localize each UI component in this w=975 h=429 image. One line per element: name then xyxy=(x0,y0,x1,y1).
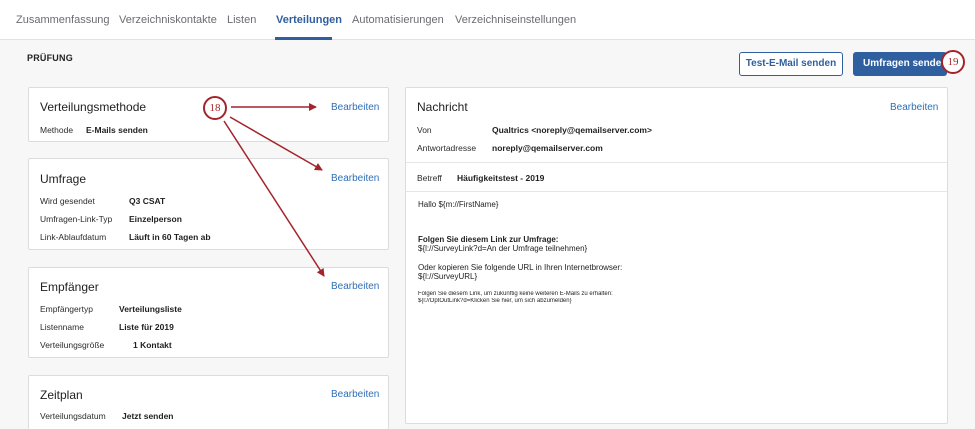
card-title: Umfrage xyxy=(40,172,87,186)
tab-zusammenfassung[interactable]: Zusammenfassung xyxy=(16,14,110,26)
tab-automatisierungen[interactable]: Automatisierungen xyxy=(352,14,444,26)
method-label: Methode xyxy=(40,125,74,135)
edit-recipients-link[interactable]: Bearbeiten xyxy=(331,281,379,292)
method-value: E-Mails senden xyxy=(86,125,148,135)
copy-url-text: Oder kopieren Sie folgende URL in Ihren … xyxy=(418,263,623,272)
distribution-date-value: Jetzt senden xyxy=(122,411,174,421)
optout-link-text: ${l://OptOutLink?d=Klicken Sie hier, um … xyxy=(418,298,572,304)
survey-link-type-label: Umfragen-Link-Typ xyxy=(40,214,113,224)
optout-text: Folgen Sie diesem Link, um zukünftig kei… xyxy=(418,291,613,297)
card-title: Nachricht xyxy=(417,100,468,114)
tab-verteilungen[interactable]: Verteilungen xyxy=(276,14,342,26)
edit-survey-link[interactable]: Bearbeiten xyxy=(331,173,379,184)
edit-method-link[interactable]: Bearbeiten xyxy=(331,102,379,113)
follow-link-heading: Folgen Sie diesem Link zur Umfrage: xyxy=(418,235,559,244)
divider xyxy=(406,162,947,163)
survey-link-text: ${l://SurveyLink?d=An der Umfrage teilne… xyxy=(418,244,588,253)
survey-sent-value: Q3 CSAT xyxy=(129,196,166,206)
list-name-value: Liste für 2019 xyxy=(119,322,174,332)
edit-message-link[interactable]: Bearbeiten xyxy=(890,102,938,113)
edit-schedule-link[interactable]: Bearbeiten xyxy=(331,389,379,400)
survey-card: Umfrage Bearbeiten Wird gesendet Q3 CSAT… xyxy=(28,158,389,250)
divider xyxy=(406,191,947,192)
distribution-date-label: Verteilungsdatum xyxy=(40,411,106,421)
link-expiry-label: Link-Ablaufdatum xyxy=(40,232,107,242)
active-tab-indicator xyxy=(275,37,332,40)
send-surveys-button[interactable]: Umfragen senden xyxy=(853,52,947,76)
link-expiry-value: Läuft in 60 Tagen ab xyxy=(129,232,211,242)
callout-badge-19: 19 xyxy=(941,50,965,74)
card-title: Verteilungsmethode xyxy=(40,100,147,114)
from-label: Von xyxy=(417,125,432,135)
survey-url-text: ${l://SurveyURL} xyxy=(418,272,478,281)
message-body-preview[interactable]: Hallo ${m://FirstName} Folgen Sie diesem… xyxy=(418,200,938,306)
tab-verzeichniskontakte[interactable]: Verzeichniskontakte xyxy=(119,14,217,26)
tab-verzeichniseinstellungen[interactable]: Verzeichniseinstellungen xyxy=(455,14,576,26)
recipient-type-value: Verteilungsliste xyxy=(119,304,182,314)
survey-sent-label: Wird gesendet xyxy=(40,196,95,206)
from-value: Qualtrics <noreply@qemailserver.com> xyxy=(492,125,652,135)
recipient-type-label: Empfängertyp xyxy=(40,304,93,314)
greeting-text: Hallo ${m://FirstName} xyxy=(418,200,499,209)
subject-label: Betreff xyxy=(417,173,442,183)
callout-badge-18: 18 xyxy=(203,96,227,120)
survey-link-type-value: Einzelperson xyxy=(129,214,182,224)
page-title: PRÜFUNG xyxy=(27,53,73,63)
message-card: Nachricht Bearbeiten Von Qualtrics <nore… xyxy=(405,87,948,424)
recipients-card: Empfänger Bearbeiten Empfängertyp Vertei… xyxy=(28,267,389,358)
reply-to-value: noreply@qemailserver.com xyxy=(492,143,603,153)
subject-value: Häufigkeitstest - 2019 xyxy=(457,173,545,183)
navigation-tabs: Zusammenfassung Verzeichniskontakte List… xyxy=(0,0,975,40)
distribution-size-label: Verteilungsgröße xyxy=(40,340,105,350)
distribution-size-value: 1 Kontakt xyxy=(133,340,172,350)
card-title: Zeitplan xyxy=(40,388,83,402)
list-name-label: Listenname xyxy=(40,322,84,332)
card-title: Empfänger xyxy=(40,280,99,294)
test-email-button[interactable]: Test-E-Mail senden xyxy=(739,52,843,76)
reply-to-label: Antwortadresse xyxy=(417,143,477,153)
schedule-card: Zeitplan Bearbeiten Verteilungsdatum Jet… xyxy=(28,375,389,429)
tab-listen[interactable]: Listen xyxy=(227,14,256,26)
